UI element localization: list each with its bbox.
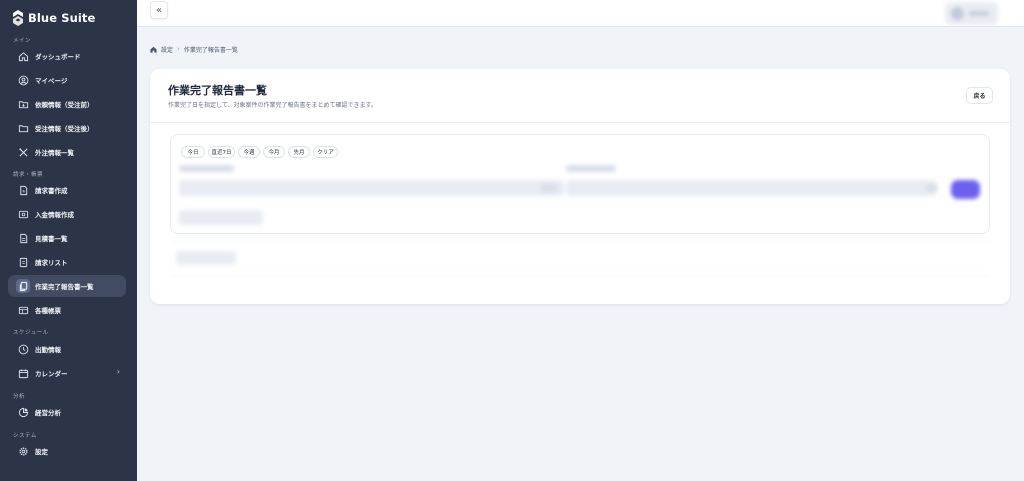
section-label-main: メイン [13, 38, 32, 44]
breadcrumb: 設定 › 作業完了報告書一覧 [150, 44, 238, 54]
calendar-icon [16, 366, 30, 380]
sidebar-item-forms[interactable]: 各種帳票 [8, 299, 126, 321]
avatar [951, 7, 964, 20]
sidebar-item-label: カレンダー [35, 370, 68, 378]
quick-filter-clear[interactable]: クリア [313, 146, 338, 158]
sidebar-item-label: ダッシュボード [35, 53, 81, 61]
sidebar-item-analytics[interactable]: 経営分析 [8, 401, 126, 423]
chevron-right-icon: › [177, 45, 180, 53]
folder-in-icon [16, 97, 30, 111]
document-icon [16, 231, 30, 245]
sidebar-item-dashboard[interactable]: ダッシュボード [8, 45, 126, 67]
secondary-filter[interactable] [179, 210, 263, 225]
start-date-input[interactable] [179, 180, 564, 196]
sidebar-item-work-reports[interactable]: 作業完了報告書一覧 [8, 275, 126, 297]
sidebar-item-calendar[interactable]: カレンダー › [8, 362, 126, 384]
quick-filter-last7days[interactable]: 直近7日 [208, 146, 235, 158]
filter-panel: 今日 直近7日 今週 今月 先月 クリア [170, 134, 990, 234]
double-chevron-left-icon: « [155, 4, 163, 16]
sidebar-item-label: 見積書一覧 [35, 235, 68, 243]
start-date-label [179, 165, 234, 172]
sidebar-item-label: 受注情報（受注後） [35, 125, 94, 133]
sidebar-item-label: 入金情報作成 [35, 211, 74, 219]
results-divider [170, 241, 990, 242]
sidebar-item-label: 出勤情報 [35, 346, 61, 354]
folder-icon [16, 121, 30, 135]
report-list-card: 作業完了報告書一覧 作業完了日を指定して、対象案件の作業完了報告書をまとめて確認… [150, 69, 1010, 304]
section-label-analysis: 分析 [13, 394, 26, 400]
end-date-input[interactable] [566, 180, 936, 196]
brand-name: Blue Suite [28, 11, 96, 25]
tools-icon [16, 145, 30, 159]
quick-filter-last-month[interactable]: 先月 [288, 146, 310, 158]
quick-filter-this-month[interactable]: 今月 [263, 146, 285, 158]
sidebar-item-settings[interactable]: 設定 [8, 440, 126, 462]
sidebar-item-invoice-list[interactable]: 請求リスト [8, 251, 126, 273]
user-circle-icon [16, 73, 30, 87]
sidebar-item-label: 各種帳票 [35, 307, 61, 315]
search-button[interactable] [951, 180, 980, 199]
section-label-schedule: スケジュール [13, 330, 49, 336]
results-area [170, 239, 990, 279]
report-copy-icon [16, 279, 30, 293]
sidebar-item-label: 経営分析 [35, 409, 61, 417]
chevron-right-icon[interactable]: › [117, 367, 120, 376]
sidebar-item-outsourcing[interactable]: 外注情報一覧 [8, 141, 126, 163]
sidebar-item-orders[interactable]: 受注情報（受注後） [8, 117, 126, 139]
clock-icon [16, 342, 30, 356]
section-label-billing: 請求・帳票 [13, 172, 44, 178]
breadcrumb-parent[interactable]: 設定 [161, 45, 173, 54]
back-button[interactable]: 戻る [966, 87, 993, 104]
sidebar-item-label: 依頼情報（受注前） [35, 101, 94, 109]
card-header: 作業完了報告書一覧 作業完了日を指定して、対象案件の作業完了報告書をまとめて確認… [150, 69, 1010, 123]
sidebar-item-attendance[interactable]: 出勤情報 [8, 338, 126, 360]
brand-logo[interactable]: Blue Suite [13, 9, 95, 27]
sidebar-item-invoice-create[interactable]: 請求書作成 [8, 179, 126, 201]
sidebar-item-label: 外注情報一覧 [35, 149, 74, 157]
sidebar-item-label: 作業完了報告書一覧 [35, 283, 94, 291]
home-icon [16, 49, 30, 63]
end-date-label [566, 165, 616, 172]
gear-icon [16, 444, 30, 458]
sidebar-item-quotes[interactable]: 見積書一覧 [8, 227, 126, 249]
sidebar-item-label: 設定 [35, 448, 48, 456]
home-icon[interactable] [150, 46, 157, 53]
quick-filter-today[interactable]: 今日 [181, 146, 205, 158]
calendar-icon[interactable] [541, 184, 557, 192]
pie-chart-icon [16, 405, 30, 419]
quick-filter-this-week[interactable]: 今週 [238, 146, 260, 158]
results-divider [170, 275, 990, 276]
sidebar-item-label: マイページ [35, 77, 68, 85]
page-subtitle: 作業完了日を指定して、対象案件の作業完了報告書をまとめて確認できます。 [168, 102, 377, 109]
list-icon [16, 255, 30, 269]
section-label-system: システム [13, 433, 37, 439]
top-bar: « [137, 0, 1024, 27]
logo-icon [13, 10, 23, 26]
user-menu[interactable] [945, 2, 998, 25]
breadcrumb-current: 作業完了報告書一覧 [183, 46, 238, 54]
table-icon [16, 303, 30, 317]
sidebar-item-mypage[interactable]: マイページ [8, 69, 126, 91]
sidebar-item-label: 請求リスト [35, 259, 68, 267]
page-title: 作業完了報告書一覧 [168, 84, 267, 97]
sidebar-item-requests[interactable]: 依頼情報（受注前） [8, 93, 126, 115]
sidebar-item-label: 請求書作成 [35, 187, 68, 195]
payment-icon [16, 207, 30, 221]
user-name-placeholder [969, 11, 989, 16]
results-summary [176, 251, 236, 265]
collapse-sidebar-button[interactable]: « [150, 1, 168, 19]
sidebar-item-payment-create[interactable]: 入金情報作成 [8, 203, 126, 225]
invoice-icon [16, 183, 30, 197]
sidebar: Blue Suite メイン ダッシュボード マイページ 依頼情報（受注前） 受… [0, 0, 137, 481]
calendar-icon[interactable] [926, 184, 938, 192]
